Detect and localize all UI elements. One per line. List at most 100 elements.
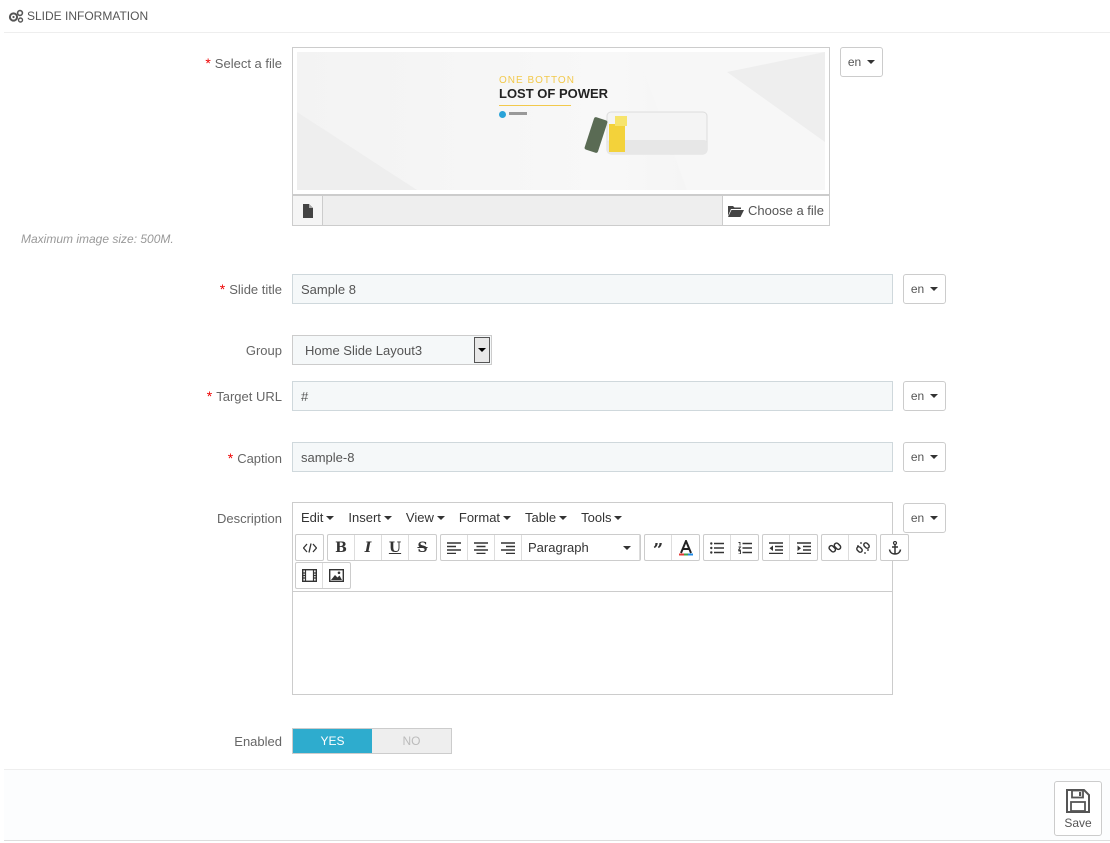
choose-file-button[interactable]: Choose a file (722, 196, 829, 225)
save-button[interactable]: Save (1054, 781, 1102, 836)
anchor-button[interactable] (881, 535, 908, 560)
menu-insert[interactable]: Insert (348, 510, 392, 525)
outdent-button[interactable] (763, 535, 790, 560)
align-left-icon (447, 541, 461, 554)
preview-tiny-text (509, 112, 527, 115)
caption-lang-dropdown[interactable]: en (903, 442, 946, 472)
align-left-button[interactable] (441, 535, 468, 560)
text-color-button[interactable] (672, 535, 699, 560)
caret-down-icon (930, 287, 939, 291)
required-marker: * (205, 55, 211, 71)
source-code-button[interactable] (296, 535, 323, 560)
enabled-yes-option[interactable]: YES (293, 729, 372, 753)
numbered-list-button[interactable] (731, 535, 758, 560)
align-center-button[interactable] (468, 535, 495, 560)
panel-heading: SLIDE INFORMATION (4, 0, 1110, 33)
insert-image-button[interactable] (323, 563, 350, 588)
outdent-icon (769, 541, 783, 554)
insert-link-button[interactable] (822, 535, 849, 560)
group-label: Group (245, 343, 282, 358)
caption-input[interactable]: sample-8 (292, 442, 893, 472)
preview-background-icon (297, 52, 825, 190)
editor-toolbar-row-1: B I U S Paragraph ” (295, 534, 912, 561)
strikethrough-icon: S (417, 539, 428, 556)
image-preview: ONE BOTTON LOST OF POWER (292, 47, 830, 195)
preview-title: LOST OF POWER (499, 86, 609, 101)
group-select[interactable]: Home Slide Layout3 (292, 335, 492, 365)
file-icon-cell (293, 196, 323, 225)
indent-icon (796, 541, 811, 554)
target-url-label: * Target URL (206, 388, 282, 404)
caption-label: * Caption (227, 450, 282, 466)
menu-format[interactable]: Format (459, 510, 512, 525)
align-center-icon (474, 541, 488, 554)
align-right-icon (501, 541, 515, 554)
slide-title-input[interactable]: Sample 8 (292, 274, 893, 304)
required-marker: * (206, 388, 213, 404)
required-marker: * (227, 450, 234, 466)
bullet-list-button[interactable] (704, 535, 731, 560)
enabled-switch[interactable]: YES NO (292, 728, 452, 754)
bullet-list-icon (710, 541, 724, 554)
caret-down-icon (930, 394, 939, 398)
slide-information-panel: SLIDE INFORMATION * Select a file ONE BOT… (4, 0, 1110, 843)
preview-divider (499, 105, 571, 106)
target-url-lang-dropdown[interactable]: en (903, 381, 946, 411)
block-format-select[interactable]: Paragraph (522, 535, 640, 560)
caret-down-icon (614, 515, 623, 520)
numbered-list-icon (737, 541, 752, 554)
enabled-no-option[interactable]: NO (372, 729, 451, 753)
menu-tools[interactable]: Tools (581, 510, 623, 525)
file-input-bar[interactable]: Choose a file (292, 195, 830, 226)
italic-icon: I (364, 539, 372, 556)
insert-media-button[interactable] (296, 563, 323, 588)
bold-button[interactable]: B (328, 535, 355, 560)
anchor-icon (888, 540, 901, 555)
quote-icon: ” (652, 540, 664, 561)
caret-down-icon (623, 545, 631, 550)
caret-down-icon (930, 455, 939, 459)
menu-table[interactable]: Table (525, 510, 568, 525)
remove-link-button[interactable] (849, 535, 876, 560)
editor-menubar: Edit Insert View Format Table Tools (293, 503, 892, 532)
caret-down-icon (867, 60, 876, 64)
cogs-icon (8, 9, 24, 23)
description-label: Description (216, 511, 282, 526)
panel-footer: Save (4, 769, 1110, 841)
film-icon (301, 569, 317, 582)
blockquote-button[interactable]: ” (645, 535, 672, 561)
folder-open-icon (728, 205, 745, 217)
caret-down-icon (326, 515, 335, 520)
save-floppy-icon (1066, 788, 1090, 813)
caret-down-icon (559, 515, 568, 520)
link-icon (828, 541, 842, 553)
editor-toolbar-row-2 (295, 562, 354, 589)
text-color-icon (678, 539, 693, 555)
slide-title-label: * Slide title (219, 281, 282, 297)
caret-down-icon (436, 515, 445, 520)
file-icon (302, 203, 313, 218)
code-icon (302, 542, 317, 553)
indent-button[interactable] (790, 535, 817, 560)
description-editor: Edit Insert View Format Table Tools B I … (292, 502, 909, 695)
file-lang-dropdown[interactable]: en (840, 47, 883, 77)
underline-button[interactable]: U (382, 535, 409, 560)
menu-edit[interactable]: Edit (301, 510, 335, 525)
target-url-input[interactable]: # (292, 381, 893, 411)
image-icon (329, 569, 344, 582)
align-right-button[interactable] (495, 535, 522, 560)
slide-title-lang-dropdown[interactable]: en (903, 274, 946, 304)
caret-down-icon (503, 515, 512, 520)
max-size-help: Maximum image size: 500M. (21, 232, 174, 246)
select-file-label: * Select a file (205, 55, 282, 71)
slide-preview-image: ONE BOTTON LOST OF POWER (297, 52, 825, 190)
italic-button[interactable]: I (355, 535, 382, 560)
select-arrow-icon (474, 337, 490, 363)
description-lang-dropdown[interactable]: en (903, 503, 946, 533)
bold-icon: B (335, 539, 347, 556)
preview-subtitle: ONE BOTTON (499, 75, 575, 86)
strikethrough-button[interactable]: S (409, 535, 436, 560)
required-marker: * (219, 281, 226, 297)
description-edit-area[interactable] (293, 591, 892, 694)
menu-view[interactable]: View (406, 510, 445, 525)
